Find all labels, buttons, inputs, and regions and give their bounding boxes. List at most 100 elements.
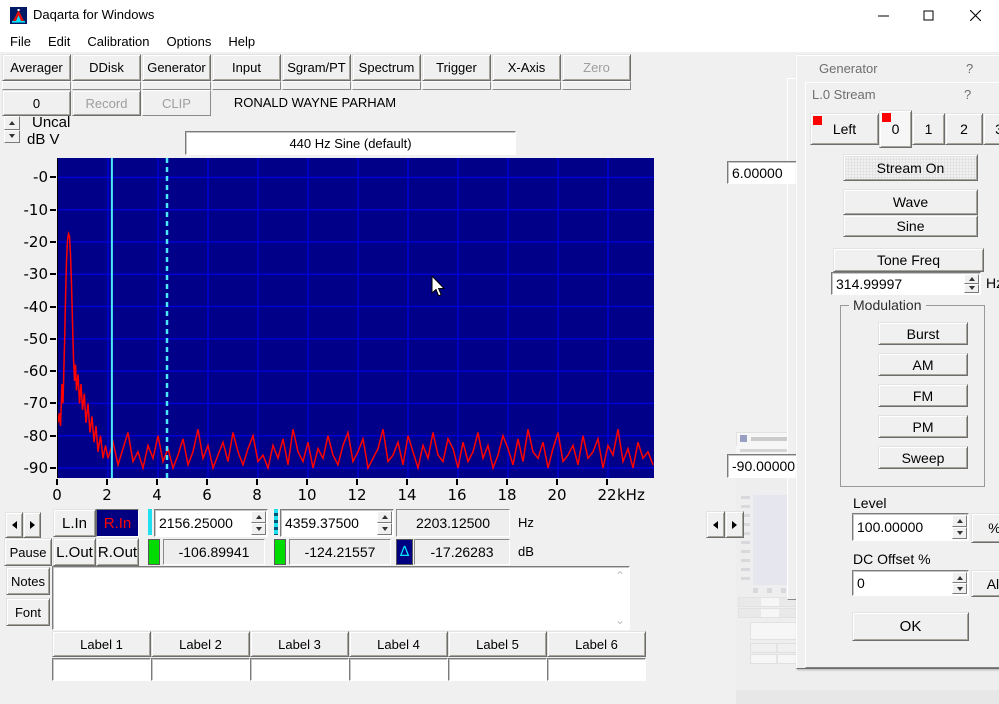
trace-scroll-left-button[interactable]: [5, 512, 23, 538]
tab-left[interactable]: Left: [810, 113, 879, 145]
cursor1-freq-spinner[interactable]: [251, 511, 266, 535]
y-tick-mark: [50, 273, 56, 275]
y-max-input[interactable]: 6.00000: [727, 161, 798, 184]
right-scroll-right-button[interactable]: [725, 511, 744, 538]
tone-freq-button[interactable]: Tone Freq: [833, 248, 984, 272]
toolbar-button-ddisk[interactable]: DDisk: [72, 54, 141, 81]
fm-button[interactable]: FM: [878, 384, 968, 407]
trace-scroll-right-button[interactable]: [23, 512, 41, 538]
x-tick-label: 14: [393, 486, 421, 504]
toolbar-button-x-axis[interactable]: X-Axis: [492, 54, 561, 81]
sweep-button[interactable]: Sweep: [878, 446, 968, 469]
right-scroll-left-button[interactable]: [706, 511, 725, 538]
close-button[interactable]: [953, 0, 998, 31]
label-3-field[interactable]: [250, 658, 349, 681]
level-input[interactable]: 100.00000: [852, 513, 969, 541]
level-unit-button[interactable]: %: [971, 513, 999, 543]
x-axis-unit: kHz: [617, 486, 645, 504]
toolbar-button-spectrum[interactable]: Spectrum: [352, 54, 421, 81]
maximize-button[interactable]: [906, 0, 951, 31]
tab-stream-1[interactable]: 1: [912, 113, 945, 145]
menu-bar: File Edit Calibration Options Help: [0, 31, 999, 52]
tab-0-active-indicator: [882, 113, 891, 122]
cursor2-level-readout: -124.21557: [289, 539, 391, 565]
notes-scroll-down-icon[interactable]: ⌄: [615, 615, 625, 625]
toolbar-indicator-zero: [562, 81, 631, 90]
x-tick-label: 0: [43, 486, 71, 504]
trace-title: 440 Hz Sine (default): [289, 136, 411, 151]
menu-edit[interactable]: Edit: [45, 33, 73, 50]
label-5-field[interactable]: [448, 658, 547, 681]
cursor2-freq-input[interactable]: 4359.37500: [280, 509, 394, 537]
tone-freq-spinner[interactable]: [964, 274, 979, 293]
x-tick-mark: [306, 479, 308, 485]
y-tick-label: -30: [12, 265, 48, 283]
right-out-button[interactable]: R.Out: [96, 538, 139, 566]
toolbar-button-sgram-pt[interactable]: Sgram/PT: [282, 54, 351, 81]
y-tick-mark: [50, 467, 56, 469]
right-in-button[interactable]: R.In: [96, 509, 139, 537]
toolbar-indicator-input: [212, 81, 281, 90]
label-3-button[interactable]: Label 3: [250, 631, 349, 657]
label-4-field[interactable]: [349, 658, 448, 681]
y-axis-spinner[interactable]: [4, 116, 20, 143]
tab-stream-0[interactable]: 0: [879, 110, 912, 148]
toolbar-indicator-generator: [142, 81, 211, 90]
am-button[interactable]: AM: [878, 353, 968, 376]
left-out-button[interactable]: L.Out: [53, 538, 96, 566]
spectrum-plot[interactable]: [57, 158, 654, 478]
tab-stream-2[interactable]: 2: [945, 113, 983, 145]
minimize-button[interactable]: [861, 0, 906, 31]
cursor2-freq-spinner[interactable]: [377, 511, 392, 535]
x-tick-label: 20: [543, 486, 571, 504]
wave-type-button[interactable]: Sine: [843, 215, 978, 237]
trace-title-box[interactable]: 440 Hz Sine (default): [185, 131, 516, 155]
dc-offset-input[interactable]: 0: [852, 570, 969, 596]
cursor1-color-key: [148, 509, 152, 535]
cursor1-level-readout: -106.89941: [163, 539, 265, 565]
label-1-field[interactable]: [52, 658, 151, 681]
x-tick-label: 2: [93, 486, 121, 504]
label-2-button[interactable]: Label 2: [151, 631, 250, 657]
label-2-field[interactable]: [151, 658, 250, 681]
y-min-input[interactable]: -90.00000: [727, 454, 799, 478]
toolbar-button-averager[interactable]: Averager: [2, 54, 71, 81]
font-button[interactable]: Font: [6, 598, 50, 626]
y-tick-label: -10: [12, 201, 48, 219]
stream-on-button[interactable]: Stream On: [843, 154, 978, 181]
dc-offset-spinner[interactable]: [952, 572, 967, 594]
menu-help[interactable]: Help: [225, 33, 258, 50]
label-6-button[interactable]: Label 6: [547, 631, 646, 657]
label-1-button[interactable]: Label 1: [52, 631, 151, 657]
menu-calibration[interactable]: Calibration: [84, 33, 152, 50]
delta-icon[interactable]: ∆: [396, 539, 413, 565]
stream-help-icon[interactable]: ?: [964, 87, 971, 102]
toolbar-button-input[interactable]: Input: [212, 54, 281, 81]
pm-button[interactable]: PM: [878, 415, 968, 438]
notes-button[interactable]: Notes: [6, 567, 50, 595]
toolbar-button-trigger[interactable]: Trigger: [422, 54, 491, 81]
all-streams-button[interactable]: All: [971, 570, 999, 597]
pause-button[interactable]: Pause: [4, 538, 52, 566]
tab-stream-3[interactable]: 3: [983, 113, 999, 145]
burst-button[interactable]: Burst: [878, 322, 968, 345]
cursor1-freq-input[interactable]: 2156.25000: [154, 509, 268, 537]
generator-help-icon[interactable]: ?: [966, 61, 973, 76]
x-tick-label: 8: [243, 486, 271, 504]
label-4-button[interactable]: Label 4: [349, 631, 448, 657]
wave-button[interactable]: Wave: [843, 189, 978, 215]
menu-options[interactable]: Options: [164, 33, 215, 50]
label-5-button[interactable]: Label 5: [448, 631, 547, 657]
left-in-button[interactable]: L.In: [53, 509, 96, 537]
uncal-label: Uncal: [32, 114, 70, 131]
ok-button[interactable]: OK: [852, 612, 969, 641]
x-tick-mark: [506, 479, 508, 485]
delta-level-readout: -17.26283: [414, 539, 510, 565]
notes-scroll-up-icon[interactable]: ⌃: [615, 571, 625, 581]
tone-freq-input[interactable]: 314.99997: [831, 272, 981, 295]
level-spinner[interactable]: [952, 515, 967, 539]
menu-file[interactable]: File: [7, 33, 34, 50]
toolbar-button-generator[interactable]: Generator: [142, 54, 211, 81]
label-6-field[interactable]: [547, 658, 646, 681]
notes-text-area[interactable]: ⌃ ⌄: [52, 566, 630, 630]
